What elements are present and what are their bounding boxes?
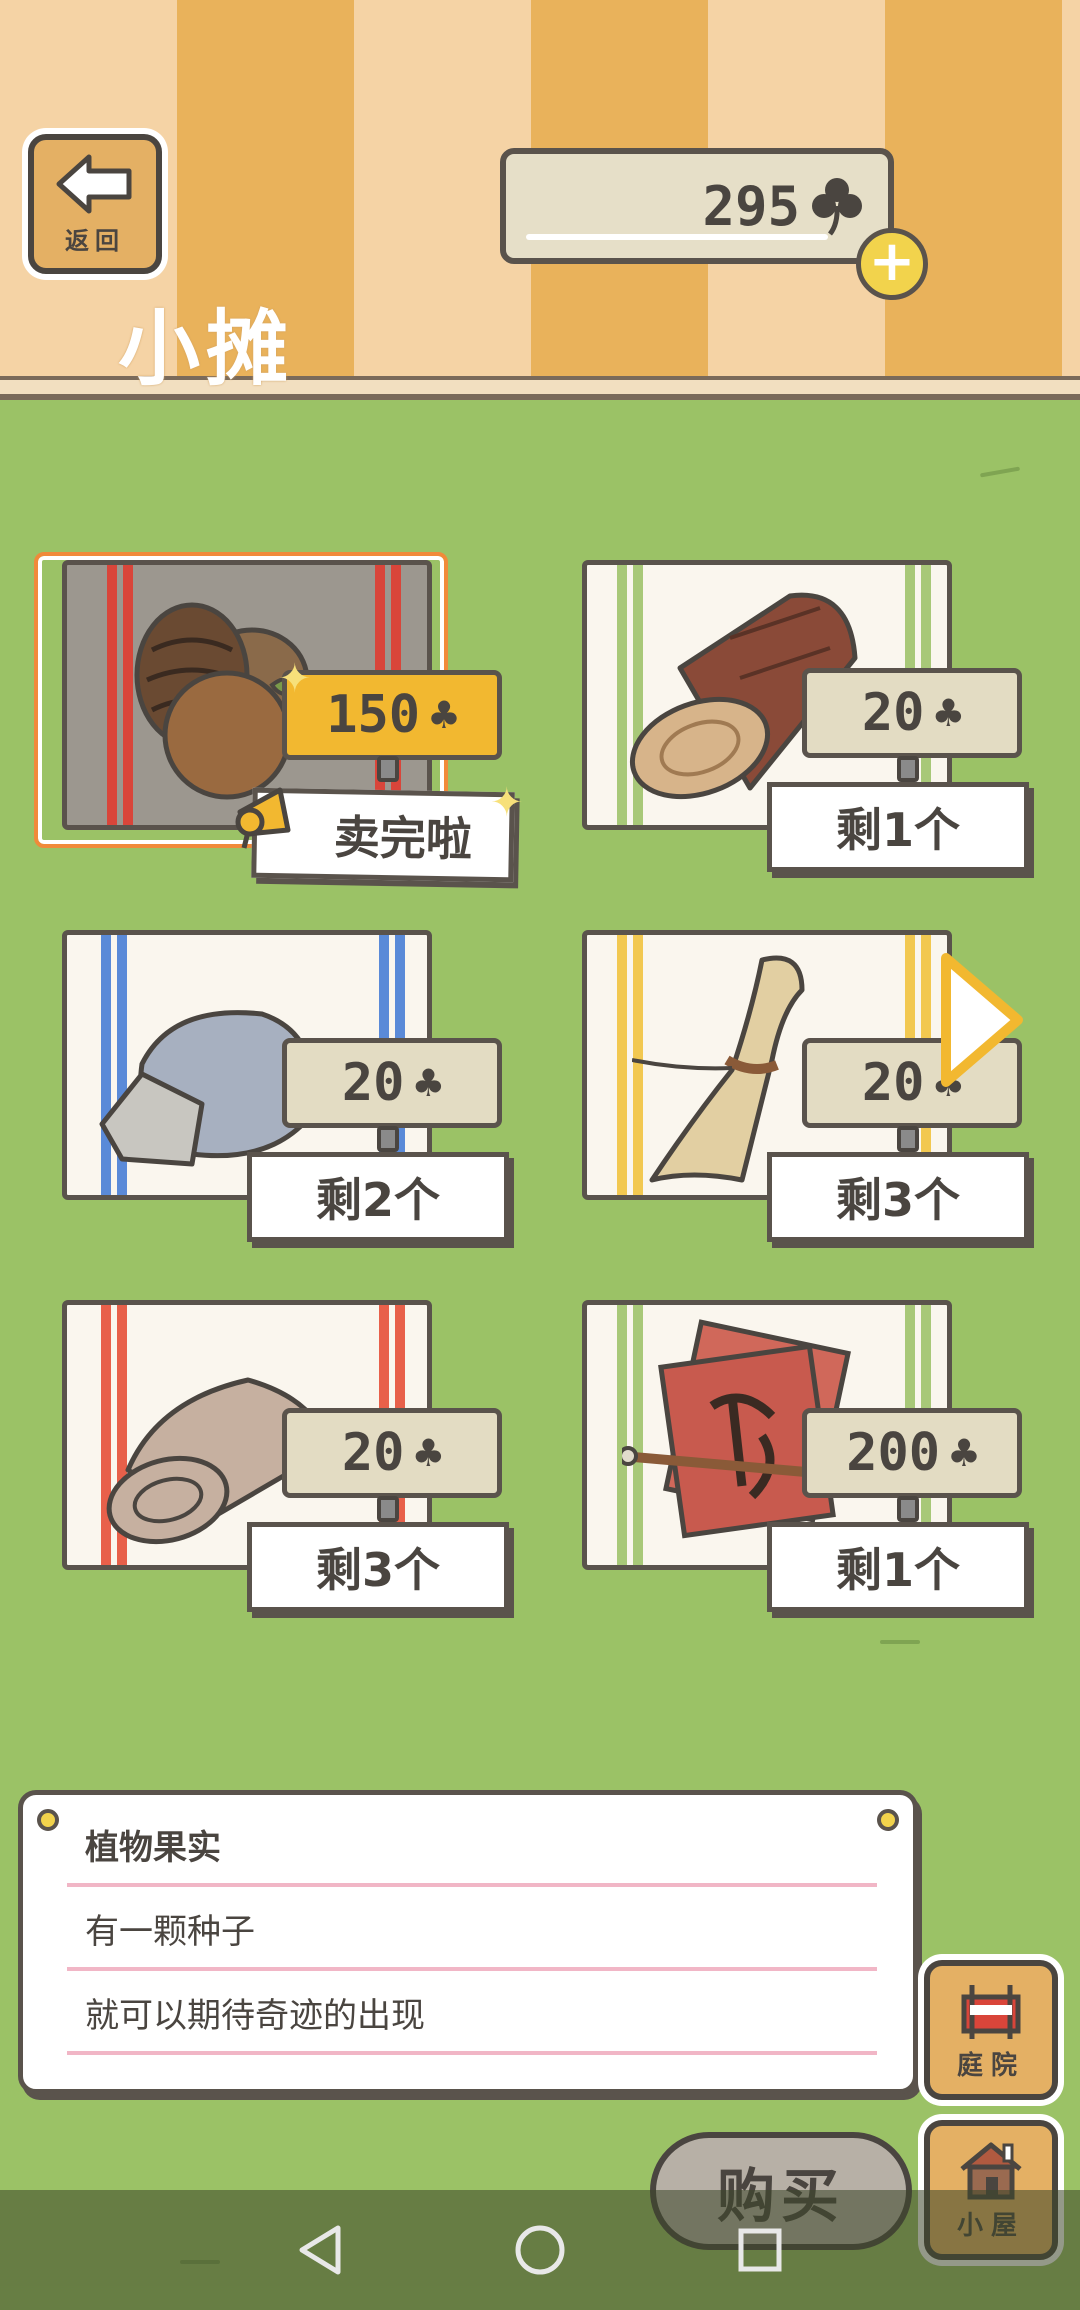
price-tag-peg — [897, 1496, 919, 1522]
price-value: 20 — [341, 1423, 405, 1483]
yard-button[interactable]: 庭院 — [924, 1960, 1058, 2100]
clover-icon: ♣ — [414, 1056, 443, 1110]
shop-item-pinecone-fruit[interactable]: 150 ♣ 卖完啦 ✦ ✦ — [34, 552, 524, 900]
description-line-2: 就可以期待奇迹的出现 — [67, 1975, 877, 2055]
shop-item-cloth[interactable]: 20 ♣ 剩3个 — [42, 1300, 509, 1640]
price-tag: 200 ♣ — [802, 1408, 1022, 1498]
sparkle-icon: ✦ — [490, 780, 524, 826]
currency-display: 295 — [500, 148, 894, 264]
page-title: 小摊 — [118, 302, 295, 397]
price-tag: 20 ♣ — [282, 1408, 502, 1498]
shop-item-calligraphy[interactable]: 200 ♣ 剩1个 — [562, 1300, 1029, 1640]
square-recents-icon — [738, 2228, 782, 2272]
back-label: 返回 — [65, 226, 125, 255]
item-description-board: 植物果实 有一颗种子 就可以期待奇迹的出现 — [18, 1790, 918, 2094]
sparkle-icon: ✦ — [278, 656, 312, 702]
price-value: 20 — [861, 683, 925, 743]
back-arrow-icon — [56, 154, 132, 213]
nav-home-button[interactable] — [510, 2220, 570, 2280]
description-line-1: 有一颗种子 — [67, 1891, 877, 1971]
pin-icon — [877, 1809, 899, 1831]
circle-home-icon — [515, 2225, 565, 2275]
plus-icon: + — [868, 229, 916, 294]
price-tag-peg — [377, 1126, 399, 1152]
yard-icon — [961, 1985, 1021, 2039]
stock-label: 剩1个 — [767, 1522, 1029, 1612]
next-page-arrow-icon[interactable] — [934, 950, 1026, 1090]
clover-icon — [812, 178, 862, 236]
rug-stripe — [617, 935, 627, 1195]
grass-mark — [880, 1640, 920, 1644]
price-tag-peg — [897, 756, 919, 782]
price-tag: 20 ♣ — [802, 668, 1022, 758]
price-tag: 150 ♣ — [282, 670, 502, 760]
price-value: 20 — [341, 1053, 405, 1113]
price-tag-peg — [897, 1126, 919, 1152]
grass-mark — [979, 466, 1021, 478]
price-value: 150 — [326, 685, 421, 745]
price-value: 20 — [861, 1053, 925, 1113]
stock-text: 卖完啦 — [333, 810, 473, 867]
triangle-back-icon — [299, 2225, 341, 2275]
stock-label: 剩2个 — [247, 1152, 509, 1242]
back-button[interactable]: 返回 — [28, 134, 162, 274]
stock-label: 剩3个 — [247, 1522, 509, 1612]
add-currency-button[interactable]: + — [856, 228, 928, 300]
nav-back-button[interactable] — [290, 2220, 350, 2280]
price-tag-peg — [377, 756, 399, 782]
system-nav-bar — [0, 2190, 1080, 2310]
stock-label: 剩3个 — [767, 1152, 1029, 1242]
megaphone-icon — [235, 787, 291, 849]
yard-label: 庭院 — [956, 2051, 1025, 2081]
clover-icon: ♣ — [430, 688, 458, 742]
price-value: 200 — [846, 1423, 941, 1483]
nav-recents-button[interactable] — [730, 2220, 790, 2280]
price-tag-peg — [377, 1496, 399, 1522]
shop-item-stone[interactable]: 20 ♣ 剩2个 — [42, 930, 509, 1270]
price-tag: 20 ♣ — [282, 1038, 502, 1128]
shop-item-log[interactable]: 20 ♣ 剩1个 — [562, 560, 1029, 900]
clover-icon: ♣ — [934, 686, 963, 740]
pin-icon — [37, 1809, 59, 1831]
description-title: 植物果实 — [67, 1807, 877, 1887]
currency-value: 295 — [702, 174, 800, 238]
stock-label: 剩1个 — [767, 782, 1029, 872]
clover-icon: ♣ — [414, 1426, 443, 1480]
clover-icon: ♣ — [950, 1426, 978, 1480]
